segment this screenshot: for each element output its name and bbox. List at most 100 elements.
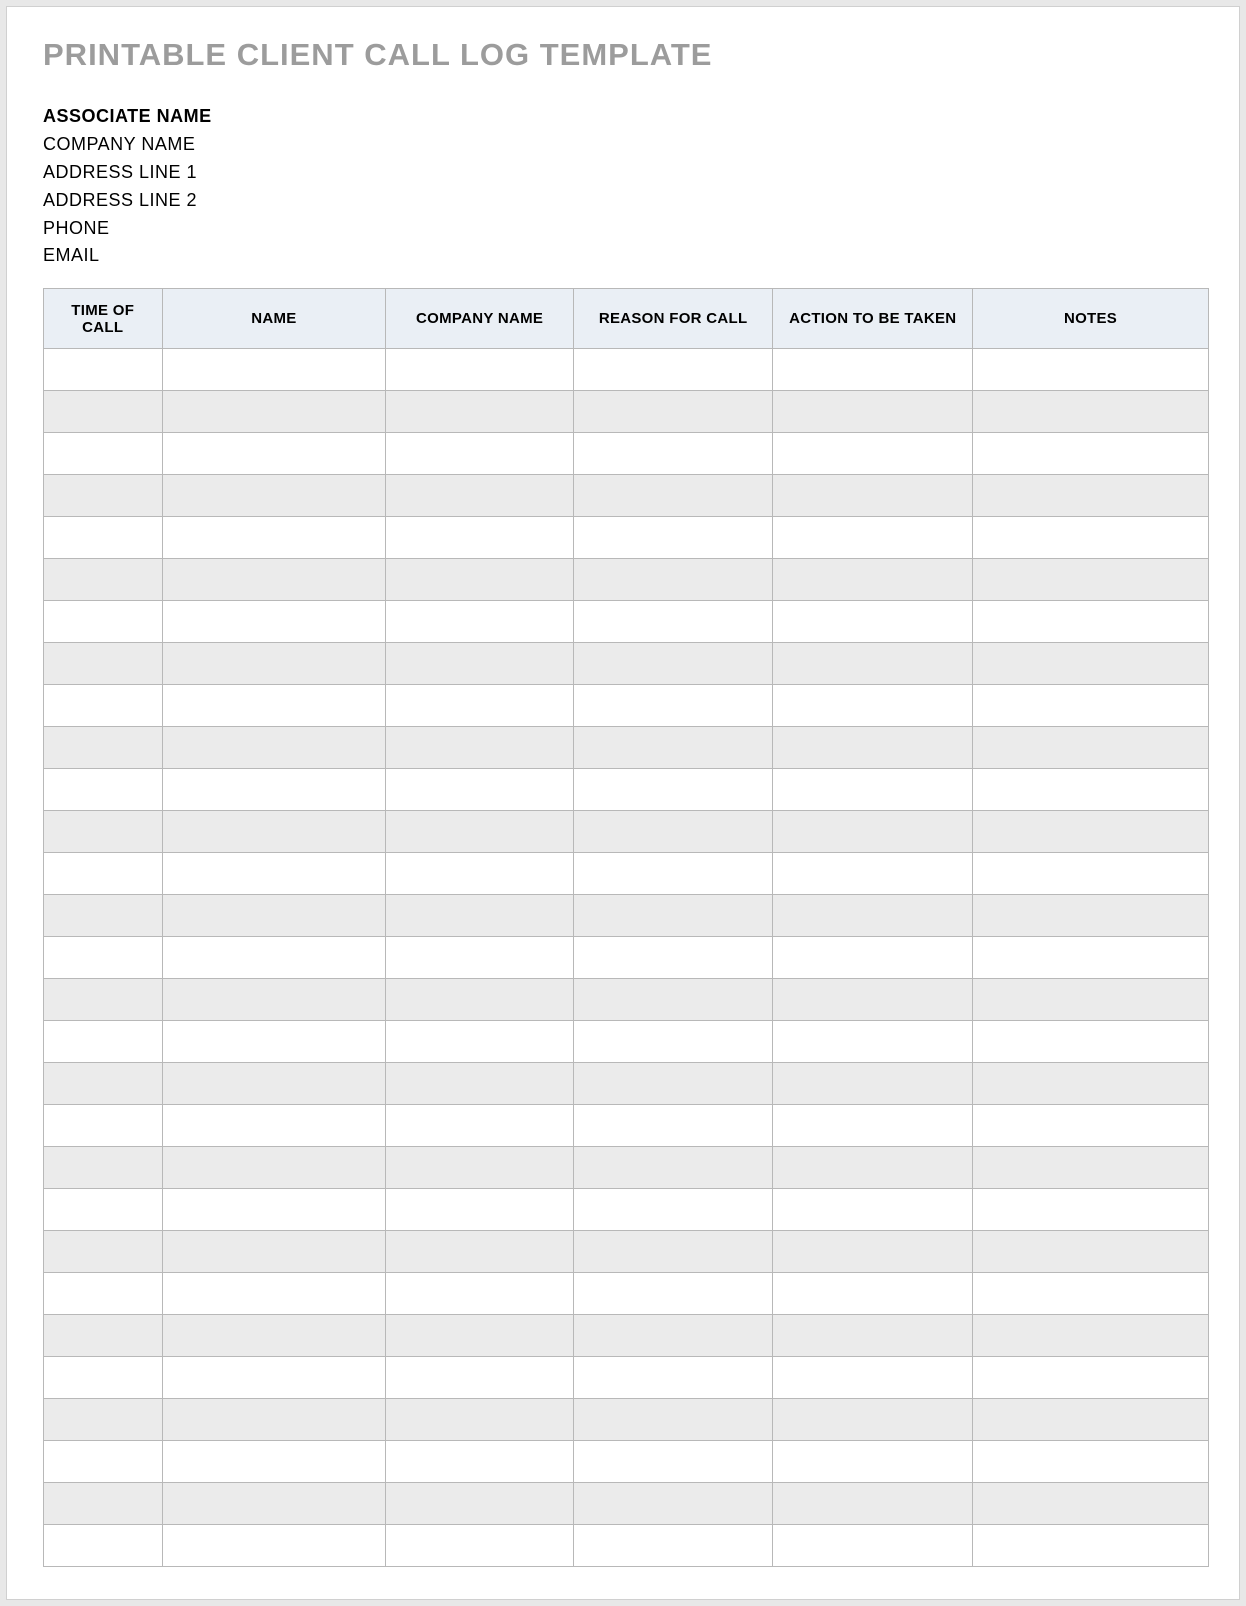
cell-action (773, 601, 973, 643)
cell-company (386, 1021, 574, 1063)
cell-reason (573, 1231, 773, 1273)
cell-action (773, 853, 973, 895)
cell-action (773, 559, 973, 601)
cell-time (44, 517, 163, 559)
cell-reason (573, 853, 773, 895)
cell-action (773, 475, 973, 517)
cell-reason (573, 1147, 773, 1189)
cell-company (386, 1189, 574, 1231)
cell-company (386, 1441, 574, 1483)
table-row (44, 559, 1209, 601)
cell-action (773, 1441, 973, 1483)
cell-action (773, 811, 973, 853)
cell-time (44, 559, 163, 601)
cell-time (44, 1147, 163, 1189)
cell-time (44, 1021, 163, 1063)
cell-name (162, 517, 386, 559)
cell-action (773, 1105, 973, 1147)
cell-notes (973, 727, 1209, 769)
cell-reason (573, 1357, 773, 1399)
page-title: PRINTABLE CLIENT CALL LOG TEMPLATE (43, 37, 1209, 73)
cell-time (44, 1357, 163, 1399)
cell-reason (573, 475, 773, 517)
col-header-notes: NOTES (973, 289, 1209, 349)
cell-notes (973, 391, 1209, 433)
cell-company (386, 349, 574, 391)
cell-notes (973, 1021, 1209, 1063)
cell-name (162, 475, 386, 517)
col-header-reason: REASON FOR CALL (573, 289, 773, 349)
table-row (44, 1147, 1209, 1189)
table-row (44, 769, 1209, 811)
cell-name (162, 1273, 386, 1315)
phone-field: PHONE (43, 215, 1209, 243)
cell-reason (573, 1063, 773, 1105)
address-line-1-field: ADDRESS LINE 1 (43, 159, 1209, 187)
cell-name (162, 895, 386, 937)
cell-name (162, 643, 386, 685)
cell-company (386, 769, 574, 811)
table-row (44, 1525, 1209, 1567)
cell-reason (573, 895, 773, 937)
cell-notes (973, 601, 1209, 643)
cell-time (44, 685, 163, 727)
cell-company (386, 559, 574, 601)
cell-action (773, 1063, 973, 1105)
cell-reason (573, 937, 773, 979)
cell-reason (573, 1105, 773, 1147)
cell-action (773, 1147, 973, 1189)
cell-name (162, 601, 386, 643)
cell-company (386, 1231, 574, 1273)
table-row (44, 1315, 1209, 1357)
cell-name (162, 685, 386, 727)
cell-notes (973, 643, 1209, 685)
table-header-row: TIME OF CALL NAME COMPANY NAME REASON FO… (44, 289, 1209, 349)
table-row (44, 643, 1209, 685)
cell-notes (973, 433, 1209, 475)
cell-action (773, 1399, 973, 1441)
cell-name (162, 937, 386, 979)
cell-company (386, 811, 574, 853)
cell-notes (973, 1105, 1209, 1147)
cell-company (386, 979, 574, 1021)
table-row (44, 937, 1209, 979)
cell-notes (973, 559, 1209, 601)
cell-notes (973, 811, 1209, 853)
cell-time (44, 1399, 163, 1441)
table-row (44, 391, 1209, 433)
cell-notes (973, 1063, 1209, 1105)
col-header-action: ACTION TO BE TAKEN (773, 289, 973, 349)
cell-company (386, 853, 574, 895)
table-row (44, 1399, 1209, 1441)
cell-action (773, 1231, 973, 1273)
cell-action (773, 433, 973, 475)
cell-time (44, 937, 163, 979)
cell-company (386, 1357, 574, 1399)
cell-notes (973, 349, 1209, 391)
cell-name (162, 349, 386, 391)
cell-time (44, 895, 163, 937)
cell-action (773, 937, 973, 979)
cell-reason (573, 433, 773, 475)
cell-name (162, 1189, 386, 1231)
cell-notes (973, 475, 1209, 517)
cell-time (44, 1105, 163, 1147)
cell-time (44, 1483, 163, 1525)
cell-notes (973, 937, 1209, 979)
cell-action (773, 391, 973, 433)
cell-action (773, 1273, 973, 1315)
table-row (44, 349, 1209, 391)
cell-notes (973, 1147, 1209, 1189)
cell-time (44, 1441, 163, 1483)
cell-reason (573, 979, 773, 1021)
table-row (44, 601, 1209, 643)
cell-company (386, 1525, 574, 1567)
cell-action (773, 685, 973, 727)
cell-notes (973, 685, 1209, 727)
cell-company (386, 643, 574, 685)
email-field: EMAIL (43, 242, 1209, 270)
cell-reason (573, 1441, 773, 1483)
table-row (44, 1357, 1209, 1399)
cell-reason (573, 391, 773, 433)
cell-name (162, 1105, 386, 1147)
